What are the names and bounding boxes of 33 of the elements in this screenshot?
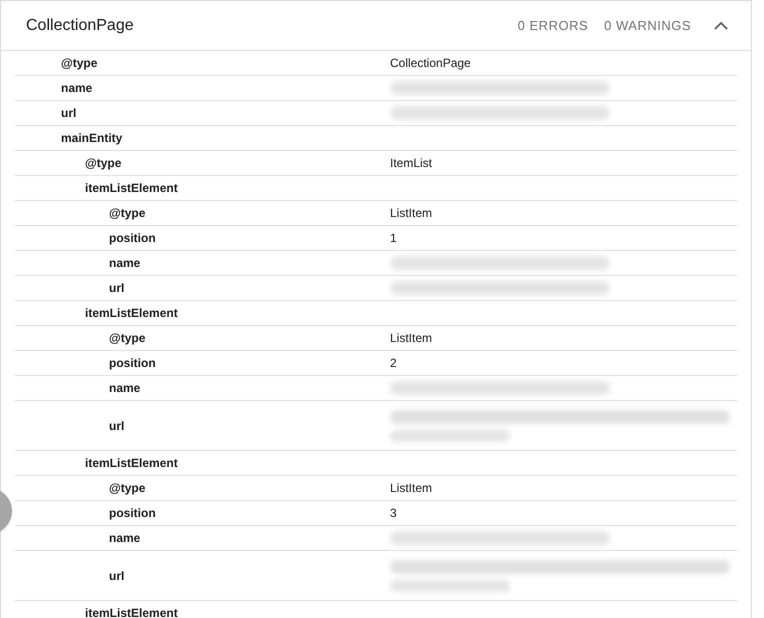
property-value: 1 <box>390 230 397 247</box>
property-key: itemListElement <box>85 456 178 470</box>
property-value: 2 <box>390 355 397 372</box>
property-key: position <box>109 231 156 245</box>
property-key: name <box>109 381 140 395</box>
property-value: CollectionPage <box>390 55 471 72</box>
property-key: @type <box>109 206 146 220</box>
property-value: ItemList <box>390 155 432 172</box>
card-title: CollectionPage <box>26 16 134 36</box>
property-value: ListItem <box>390 205 432 222</box>
property-key: @type <box>85 156 122 170</box>
warning-count: 0 WARNINGS <box>604 16 691 35</box>
property-key: url <box>109 281 124 295</box>
property-value: 3 <box>390 505 397 522</box>
property-value: ListItem <box>390 480 432 497</box>
property-key: url <box>109 568 124 582</box>
error-count: 0 ERRORS <box>518 16 588 35</box>
property-key: name <box>109 531 140 545</box>
property-key: name <box>61 81 92 95</box>
property-key: name <box>109 256 140 270</box>
property-key: @type <box>109 481 146 495</box>
property-key: itemListElement <box>85 306 178 320</box>
property-value: ListItem <box>390 330 432 347</box>
property-key: mainEntity <box>61 131 122 145</box>
property-key: position <box>109 356 156 370</box>
property-key: url <box>61 106 76 120</box>
property-key: @type <box>61 56 98 70</box>
property-key: url <box>109 418 124 432</box>
chevron-icon <box>714 21 728 30</box>
property-key: position <box>109 506 156 520</box>
property-key: itemListElement <box>85 606 178 618</box>
property-key: @type <box>109 331 146 345</box>
property-key: itemListElement <box>85 181 178 195</box>
